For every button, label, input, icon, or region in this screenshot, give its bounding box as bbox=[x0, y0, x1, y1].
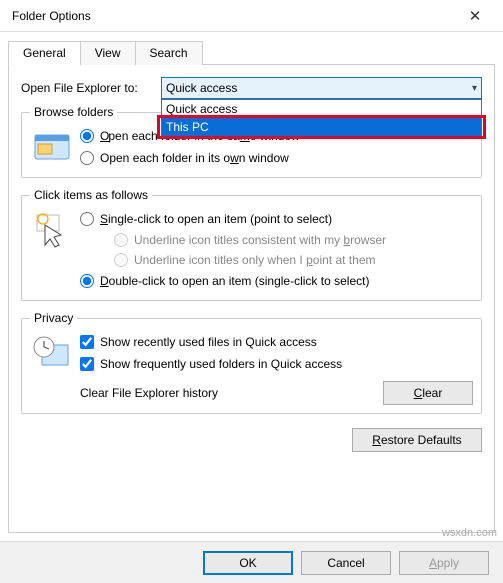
folder-window-icon bbox=[30, 125, 74, 169]
window-title: Folder Options bbox=[12, 9, 455, 23]
tab-general[interactable]: General bbox=[8, 41, 81, 65]
group-click-items: Click items as follows Single-click to o… bbox=[21, 188, 482, 301]
open-explorer-dropdown: Quick access This PC bbox=[161, 99, 482, 137]
group-privacy: Privacy Show recently used files in Quic… bbox=[21, 311, 482, 414]
group-browse-legend: Browse folders bbox=[30, 105, 117, 119]
radio-own-window-label: Open each folder in its own window bbox=[100, 151, 289, 165]
dialog-button-row: OK Cancel Apply bbox=[0, 541, 503, 583]
radio-underline-browser bbox=[114, 233, 128, 247]
chevron-down-icon: ▾ bbox=[472, 83, 477, 94]
history-clock-icon bbox=[30, 331, 74, 375]
open-explorer-combo[interactable]: Quick access ▾ Quick access This PC bbox=[161, 77, 482, 99]
check-recent-files-label: Show recently used files in Quick access bbox=[100, 335, 317, 349]
radio-single-click[interactable] bbox=[80, 212, 94, 226]
dropdown-item-quick-access[interactable]: Quick access bbox=[162, 100, 481, 118]
clear-button[interactable]: Clear bbox=[383, 381, 473, 405]
radio-same-window[interactable] bbox=[80, 129, 94, 143]
tab-panel-general: Open File Explorer to: Quick access ▾ Qu… bbox=[8, 65, 495, 533]
radio-underline-point bbox=[114, 253, 128, 267]
dropdown-item-this-pc[interactable]: This PC bbox=[162, 118, 481, 136]
radio-single-click-label: Single-click to open an item (point to s… bbox=[100, 212, 332, 226]
radio-underline-point-label: Underline icon titles only when I point … bbox=[134, 253, 375, 267]
cancel-button[interactable]: Cancel bbox=[301, 551, 391, 575]
group-privacy-legend: Privacy bbox=[30, 311, 77, 325]
ok-button[interactable]: OK bbox=[203, 551, 293, 575]
combo-selected-value: Quick access bbox=[166, 81, 237, 95]
check-freq-folders[interactable] bbox=[80, 357, 94, 371]
check-recent-files[interactable] bbox=[80, 335, 94, 349]
restore-defaults-button[interactable]: Restore Defaults bbox=[352, 428, 482, 452]
radio-own-window[interactable] bbox=[80, 151, 94, 165]
open-explorer-label: Open File Explorer to: bbox=[21, 81, 161, 95]
cursor-click-icon bbox=[30, 208, 74, 252]
tab-view[interactable]: View bbox=[80, 41, 136, 65]
close-icon[interactable]: ✕ bbox=[455, 7, 495, 25]
check-freq-folders-label: Show frequently used folders in Quick ac… bbox=[100, 357, 342, 371]
radio-underline-browser-label: Underline icon titles consistent with my… bbox=[134, 233, 386, 247]
tab-strip: General View Search bbox=[8, 40, 495, 65]
radio-double-click-label: Double-click to open an item (single-cli… bbox=[100, 274, 369, 288]
watermark-text: wsxdn.com bbox=[442, 527, 497, 539]
title-bar: Folder Options ✕ bbox=[0, 0, 503, 32]
radio-double-click[interactable] bbox=[80, 274, 94, 288]
apply-button[interactable]: Apply bbox=[399, 551, 489, 575]
clear-history-label: Clear File Explorer history bbox=[80, 386, 218, 400]
tab-search[interactable]: Search bbox=[135, 41, 203, 65]
group-click-legend: Click items as follows bbox=[30, 188, 152, 202]
